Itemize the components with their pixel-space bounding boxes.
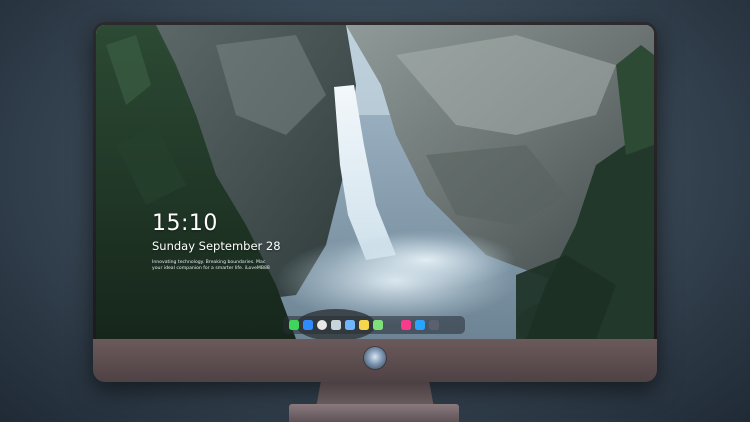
- monitor-chin: [93, 339, 657, 382]
- brand-logo-icon: [364, 347, 386, 369]
- dock: [283, 316, 465, 334]
- window-icon[interactable]: [429, 320, 439, 330]
- wallpaper-waterfall: [96, 25, 654, 339]
- messages-icon[interactable]: [289, 320, 299, 330]
- music-icon[interactable]: [401, 320, 411, 330]
- lock-screen-note: Innovating technology. Breaking boundari…: [152, 260, 270, 271]
- lock-screen-date: Sunday September 28: [152, 239, 281, 253]
- monitor-stand-base: [289, 404, 459, 422]
- desktop-screen: 15:10 Sunday September 28 Innovating tec…: [96, 25, 654, 339]
- monitor: 15:10 Sunday September 28 Innovating tec…: [93, 22, 657, 382]
- preview-icon[interactable]: [331, 320, 341, 330]
- clapper-icon[interactable]: [345, 320, 355, 330]
- notes-icon[interactable]: [359, 320, 369, 330]
- clock-icon[interactable]: [317, 320, 327, 330]
- dock-separator: [387, 320, 397, 330]
- photos-icon[interactable]: [373, 320, 383, 330]
- files-icon[interactable]: [303, 320, 313, 330]
- app-store-icon[interactable]: [415, 320, 425, 330]
- lock-screen-time: 15:10: [152, 211, 218, 236]
